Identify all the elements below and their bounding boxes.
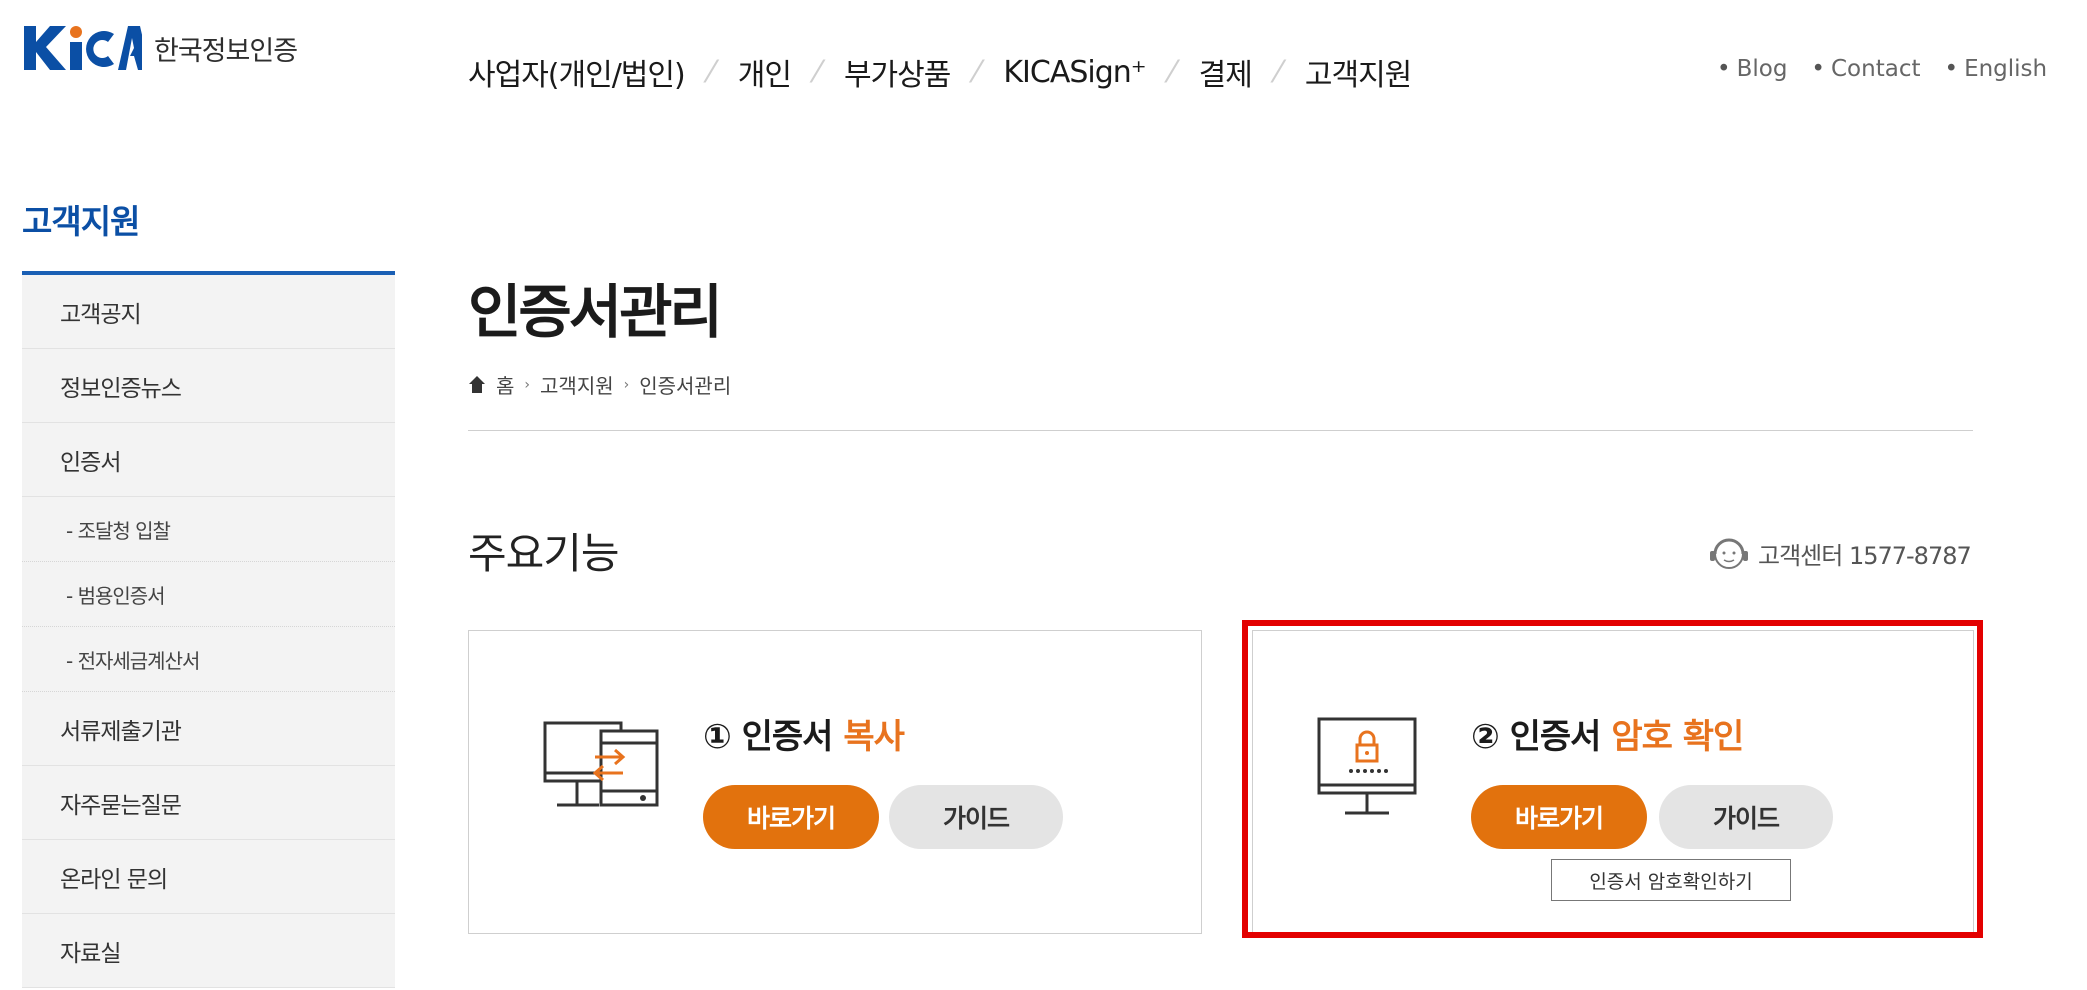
customer-center: 고객센터 1577-8787 [1706,533,1972,573]
nav-item-payment[interactable]: 결제 [1199,50,1253,94]
nav-separator: ⁄ [1275,54,1281,90]
copy-guide-button[interactable]: 가이드 [889,785,1063,849]
utility-links: Blog Contact English [1717,56,2048,82]
util-link-blog[interactable]: Blog [1717,56,1788,82]
kica-logo-mark [24,26,142,70]
nav-separator: ⁄ [1169,54,1175,90]
card-title-copy: ① 인증서 복사 [703,709,905,758]
util-link-english[interactable]: English [1944,56,2047,82]
breadcrumb-support[interactable]: 고객지원 [540,370,614,399]
headset-icon [1710,538,1748,569]
main-nav: 사업자(개인/법인) ⁄ 개인 ⁄ 부가상품 ⁄ KICASign⁺ ⁄ 결제 … [468,50,1412,94]
sidebar-item-certificate[interactable]: 인증서 [22,423,395,497]
sidebar-item-library[interactable]: 자료실 [22,914,395,988]
chevron-right-icon: › [623,376,630,393]
chevron-right-icon: › [524,376,531,393]
page-title: 인증서관리 [468,278,723,346]
sidebar-item-notice[interactable]: 고객공지 [22,275,395,349]
nav-item-kicasign[interactable]: KICASign⁺ [1003,55,1146,90]
breadcrumb: 홈 › 고객지원 › 인증서관리 [468,370,731,399]
nav-separator: ⁄ [974,54,980,90]
sidebar-subitem-procurement[interactable]: - 조달청 입찰 [22,497,395,562]
home-icon [468,375,486,394]
nav-item-personal[interactable]: 개인 [738,50,792,94]
sidebar-menu: 고객공지 정보인증뉴스 인증서 - 조달청 입찰 - 범용인증서 - 전자세금계… [22,275,395,988]
breadcrumb-current: 인증서관리 [639,374,732,398]
copy-certificate-icon [543,721,659,807]
sidebar-title: 고객지원 [22,202,140,241]
sidebar-subitem-general-cert[interactable]: - 범용인증서 [22,562,395,627]
nav-separator: ⁄ [814,54,820,90]
copy-go-button[interactable]: 바로가기 [703,785,879,849]
sidebar-subitem-tax-invoice[interactable]: - 전자세금계산서 [22,627,395,692]
sidebar-item-faq[interactable]: 자주묻는질문 [22,766,395,840]
kica-logo[interactable]: 한국정보인증 [22,22,298,74]
nav-item-addons[interactable]: 부가상품 [844,50,951,94]
breadcrumb-home[interactable]: 홈 [496,370,514,399]
section-title: 주요기능 [468,529,620,578]
card-title-copy-highlight: 복사 [843,717,905,757]
sidebar-item-submission[interactable]: 서류제출기관 [22,692,395,766]
customer-center-text: 고객센터 1577-8787 [1758,541,1972,570]
card-title-copy-prefix: ① 인증서 [703,717,844,757]
nav-item-support[interactable]: 고객지원 [1305,50,1412,94]
nav-item-business[interactable]: 사업자(개인/법인) [468,50,686,94]
logo-text: 한국정보인증 [154,35,298,67]
nav-separator: ⁄ [708,54,714,90]
feature-card-copy: ① 인증서 복사 바로가기 가이드 [468,630,1202,934]
util-link-contact[interactable]: Contact [1811,56,1920,82]
highlight-box [1242,620,1983,938]
sidebar-item-news[interactable]: 정보인증뉴스 [22,349,395,423]
sidebar-item-inquiry[interactable]: 온라인 문의 [22,840,395,914]
title-divider [468,430,1973,431]
